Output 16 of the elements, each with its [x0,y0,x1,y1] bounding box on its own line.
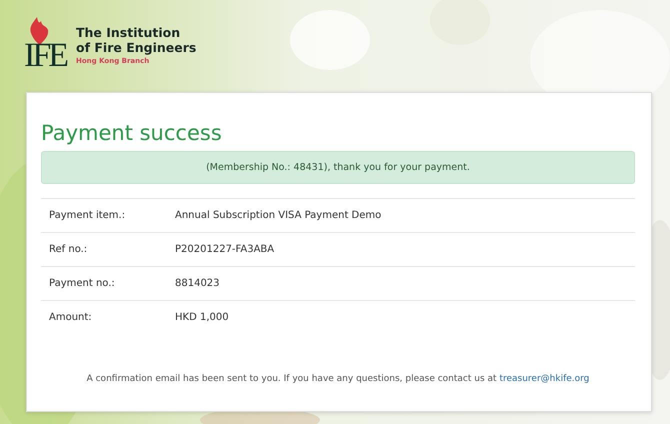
field-label: Payment item.: [48,210,126,221]
logo-mark: IFE [24,39,68,73]
field-value: HKD 1,000 [175,312,229,323]
field-value: 8814023 [175,278,220,289]
field-value: Annual Subscription VISA Payment Demo [175,210,382,221]
flame-icon [29,17,51,45]
field-label: Payment no.: [48,278,116,289]
logo-name: The Institution [76,25,182,40]
footer-text: A confirmation email has been sent to you. If you have any questions, please contact us at [86,374,497,384]
field-value: P20201227-FA3ABA [175,244,274,255]
field-label: Ref no.: [48,244,88,255]
field-label: Amount: [48,312,93,323]
logo-name: of Fire Engineers [76,40,196,55]
page-title: Payment success [41,121,223,145]
email-link[interactable]: treasurer@hkife.org [499,374,590,384]
success-alert: (Membership No.: 48431), thank you for your payment. [41,151,635,184]
